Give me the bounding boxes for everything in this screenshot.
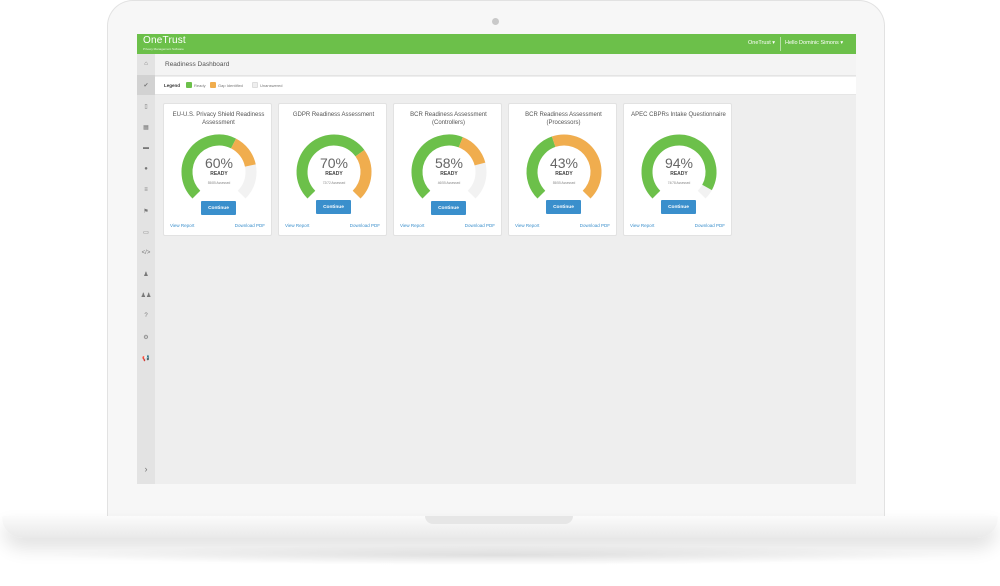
card-title: GDPR Readiness Assessment <box>292 112 375 118</box>
camera-dot <box>492 18 499 25</box>
flag-icon[interactable]: ⚑ <box>137 201 155 221</box>
top-navbar: OneTrust Privacy Management Software One… <box>137 34 856 54</box>
assessment-card: BCR Readiness Assessment (Processors) 43%… <box>508 103 617 236</box>
home-icon[interactable]: ⌂ <box>137 54 155 74</box>
main-content: Readiness Dashboard Legend Ready Gap Ide… <box>155 54 856 484</box>
download-pdf-link[interactable]: Download PDF <box>235 223 265 228</box>
legend-item-ready: Ready <box>186 82 206 88</box>
ready-label: READY <box>440 171 458 177</box>
view-report-link[interactable]: View Report <box>170 223 194 228</box>
assessed-count: 46/55 Assessed <box>437 181 461 185</box>
assessment-card: EU-U.S. Privacy Shield Readiness Assessm… <box>163 103 272 236</box>
card-title: APEC CBPRs Intake Questionnaire <box>631 112 726 118</box>
laptop-shadow <box>40 545 960 565</box>
legend-swatch-ready <box>186 82 192 88</box>
brand-subtitle: Privacy Management Software <box>143 47 184 51</box>
car-icon[interactable]: ▬ <box>137 138 155 158</box>
legend-label: Unanswered <box>260 82 283 88</box>
navbar-divider <box>780 37 781 51</box>
view-report-link[interactable]: View Report <box>515 223 539 228</box>
legend-item-gap: Gap Identified <box>210 82 243 88</box>
laptop-notch <box>425 516 573 524</box>
assessed-count: 74/78 Assessed <box>667 181 691 185</box>
legend-swatch-unanswered <box>252 82 258 88</box>
readiness-percent: 60% <box>204 155 234 171</box>
card-title: BCR Readiness Assessment (Processors) <box>525 112 602 126</box>
readiness-percent: 94% <box>664 155 694 171</box>
view-report-link[interactable]: View Report <box>400 223 424 228</box>
legend-bar: Legend Ready Gap Identified Unanswered <box>155 77 856 95</box>
user-icon[interactable]: ♟ <box>137 264 155 284</box>
continue-button[interactable]: Continue <box>661 200 696 214</box>
legend-label: Gap Identified <box>218 82 243 88</box>
card-title: EU-U.S. Privacy Shield Readiness Assessm… <box>172 112 265 126</box>
app-screen: OneTrust Privacy Management Software One… <box>137 34 856 484</box>
org-menu[interactable]: OneTrust ▾ <box>748 40 775 46</box>
legend-label: Ready <box>194 82 206 88</box>
assessed-count: 55/55 Assessed <box>552 181 576 185</box>
ready-label: READY <box>670 171 688 177</box>
settings-icon[interactable]: ⚙ <box>137 327 155 347</box>
user-menu[interactable]: Hello Dominic Simons ▾ <box>785 40 843 46</box>
document-icon[interactable]: ▯ <box>137 96 155 116</box>
legend-swatch-gap <box>210 82 216 88</box>
continue-button[interactable]: Continue <box>546 200 581 214</box>
readiness-percent: 58% <box>434 155 464 171</box>
assessed-count: 72/72 Assessed <box>322 181 346 185</box>
grid-icon[interactable]: ▦ <box>137 117 155 137</box>
code-icon[interactable]: </> <box>137 243 155 263</box>
assessment-card: APEC CBPRs Intake Questionnaire 94% READY 7… <box>623 103 732 236</box>
page-title: Readiness Dashboard <box>165 61 230 68</box>
sidebar: ⌂ ✔ ▯ ▦ ▬ ● ≡ ⚑ ▭ </> ♟ ♟♟? ⚙ 📢 › <box>137 54 155 484</box>
readiness-percent: 43% <box>549 155 579 171</box>
list-icon[interactable]: ≡ <box>137 180 155 200</box>
folder-icon[interactable]: ▭ <box>137 222 155 242</box>
ready-label: READY <box>555 171 573 177</box>
assessment-card: GDPR Readiness Assessment 70% READY 72/72 A… <box>278 103 387 236</box>
view-report-link[interactable]: View Report <box>285 223 309 228</box>
readiness-percent: 70% <box>319 155 349 171</box>
view-report-link[interactable]: View Report <box>630 223 654 228</box>
continue-button[interactable]: Continue <box>201 201 236 215</box>
ready-label: READY <box>325 171 343 177</box>
legend-title: Legend <box>164 83 181 88</box>
assessment-card: BCR Readiness Assessment (Controllers) 58… <box>393 103 502 236</box>
assessed-count: 55/85 Assessed <box>207 181 231 185</box>
legend-item-unanswered: Unanswered <box>252 82 282 88</box>
card-title: BCR Readiness Assessment (Controllers) <box>410 112 487 126</box>
download-pdf-link[interactable]: Download PDF <box>350 223 380 228</box>
users-icon[interactable]: ♟♟ <box>137 285 155 305</box>
continue-button[interactable]: Continue <box>431 201 466 215</box>
ready-label: READY <box>210 171 228 177</box>
megaphone-icon[interactable]: 📢 <box>137 348 155 368</box>
globe-icon[interactable]: ● <box>137 159 155 179</box>
help-icon[interactable]: ? <box>137 306 155 326</box>
continue-button[interactable]: Continue <box>316 200 351 214</box>
brand-logo[interactable]: OneTrust <box>143 36 186 46</box>
check-icon[interactable]: ✔ <box>137 75 155 95</box>
download-pdf-link[interactable]: Download PDF <box>695 223 725 228</box>
download-pdf-link[interactable]: Download PDF <box>465 223 495 228</box>
download-pdf-link[interactable]: Download PDF <box>580 223 610 228</box>
page-title-bar: Readiness Dashboard <box>155 54 856 76</box>
expand-sidebar-icon[interactable]: › <box>137 459 155 479</box>
